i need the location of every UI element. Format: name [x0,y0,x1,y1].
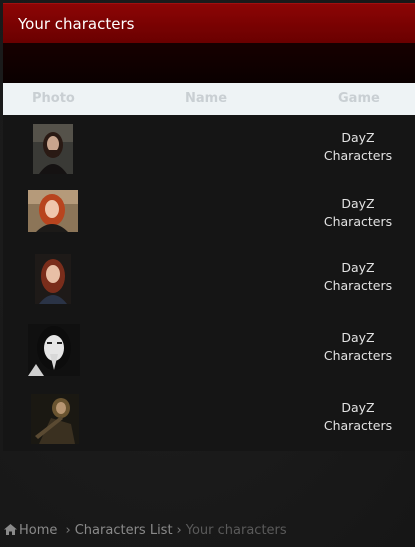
panel-title: Your characters [18,15,135,33]
game-cell: DayZ Characters [313,399,403,435]
column-header-photo[interactable]: Photo [32,83,75,115]
column-header-name[interactable]: Name [185,83,227,115]
breadcrumb-home-label: Home [19,523,58,538]
game-cell: DayZ Characters [313,259,403,295]
character-photo[interactable] [33,124,73,174]
game-name: DayZ [341,400,375,415]
table-row[interactable]: DayZ Characters [3,391,415,451]
table-body: DayZ Characters DayZ Characters DayZ Cha… [3,115,415,451]
table-row[interactable]: DayZ Characters [3,251,415,311]
breadcrumb-separator: › [176,523,182,538]
home-icon [4,524,17,535]
breadcrumb-characters-list-link[interactable]: Characters List [75,523,173,538]
game-category: Characters [323,418,393,433]
game-name: DayZ [341,260,375,275]
game-category: Characters [323,148,393,163]
characters-panel: Your characters Photo Name Game DayZ Cha… [3,3,415,451]
column-header-game[interactable]: Game [338,83,380,115]
game-name: DayZ [341,196,375,211]
game-category: Characters [323,278,393,293]
panel-header: Your characters [3,3,415,43]
character-photo[interactable] [28,190,78,232]
table-row[interactable]: DayZ Characters [3,121,415,181]
game-name: DayZ [341,130,375,145]
game-cell: DayZ Characters [313,129,403,165]
game-category: Characters [323,214,393,229]
character-photo[interactable] [31,394,79,444]
page: Your characters Photo Name Game DayZ Cha… [0,0,415,547]
breadcrumb-separator: › [65,523,71,538]
character-photo[interactable] [28,324,80,376]
game-cell: DayZ Characters [313,195,403,231]
table-row[interactable]: DayZ Characters [3,321,415,381]
game-category: Characters [323,348,393,363]
breadcrumb-home-link[interactable]: Home [4,523,62,538]
table-header: Photo Name Game [3,83,415,115]
game-cell: DayZ Characters [313,329,403,365]
table-row[interactable]: DayZ Characters [3,187,415,247]
character-photo[interactable] [35,254,71,304]
game-name: DayZ [341,330,375,345]
header-strip [3,43,415,83]
breadcrumb: Home › Characters List › Your characters [4,522,287,540]
breadcrumb-current: Your characters [185,523,287,538]
